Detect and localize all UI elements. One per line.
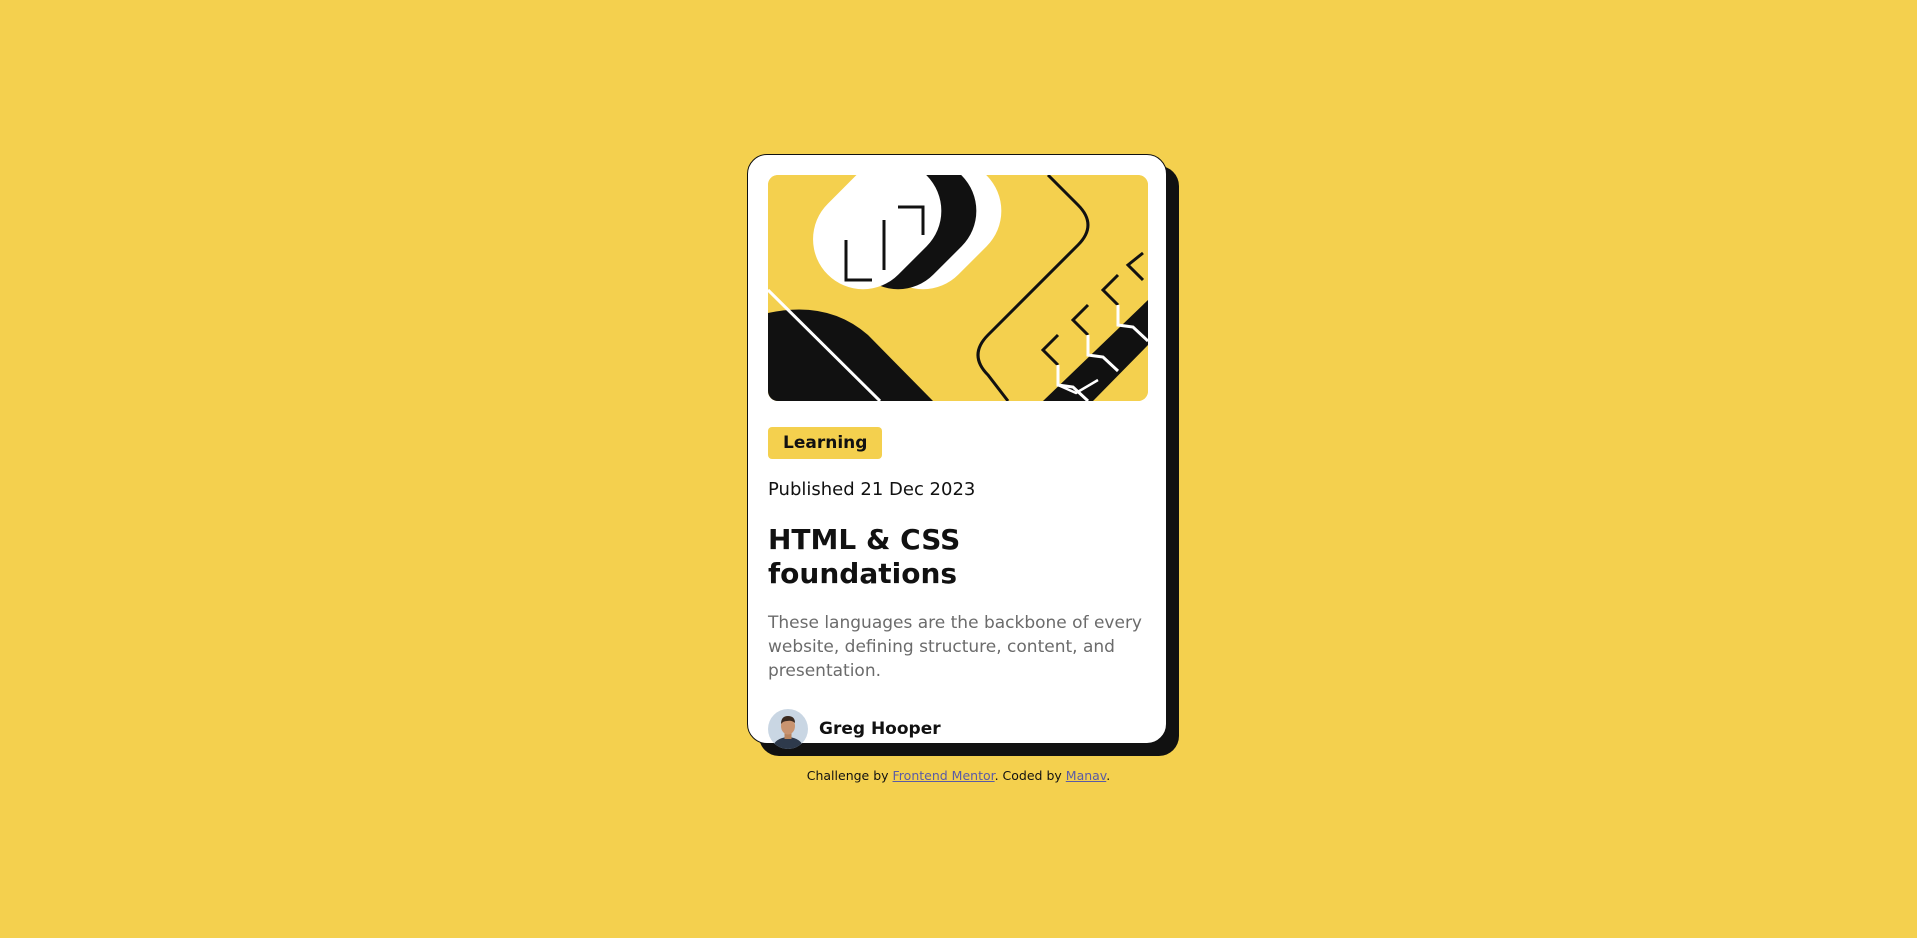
coder-link[interactable]: Manav (1066, 768, 1106, 783)
frontend-mentor-link[interactable]: Frontend Mentor (893, 768, 995, 783)
hero-illustration (768, 175, 1148, 401)
attribution-suffix: . (1106, 768, 1111, 783)
avatar-icon (768, 709, 808, 749)
attribution: Challenge by Frontend Mentor. Coded by M… (0, 768, 1917, 783)
card-description: These languages are the backbone of ever… (768, 613, 1142, 681)
abstract-illustration-icon (768, 175, 1148, 401)
author-name: Greg Hooper (819, 719, 941, 739)
attribution-middle: . Coded by (994, 768, 1066, 783)
published-date: Published 21 Dec 2023 (768, 479, 976, 500)
card-title[interactable]: HTML & CSS foundations (768, 523, 1146, 591)
author: Greg Hooper (768, 709, 1146, 749)
attribution-prefix: Challenge by (806, 768, 893, 783)
category-tag: Learning (768, 427, 883, 459)
blog-preview-card: Learning Published 21 Dec 2023 HTML & CS… (747, 154, 1167, 749)
